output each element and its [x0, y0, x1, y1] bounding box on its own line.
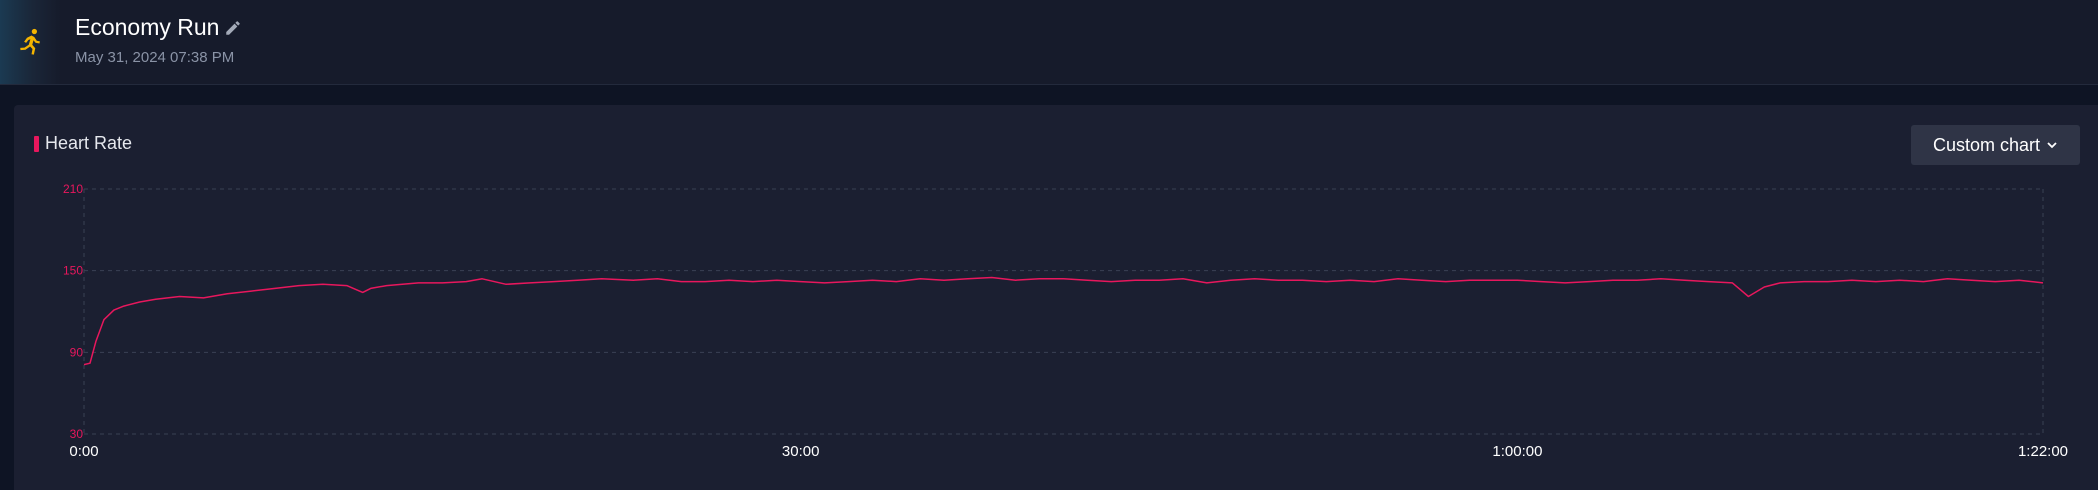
y-tick-label: 30 [70, 427, 84, 441]
x-tick-label: 1:22:00 [2018, 443, 2068, 460]
y-tick-label: 90 [70, 345, 84, 359]
y-tick-label: 150 [63, 264, 83, 278]
x-tick-label: 30:00 [782, 443, 820, 460]
heart-rate-chart: 210 150 90 30 0:00 30:00 1:00:00 1:22:00 [63, 182, 2068, 460]
x-tick-label: 1:00:00 [1492, 443, 1542, 460]
y-tick-label: 210 [63, 182, 83, 196]
heart-rate-series-line [83, 276, 2044, 366]
x-tick-label: 0:00 [69, 443, 98, 460]
